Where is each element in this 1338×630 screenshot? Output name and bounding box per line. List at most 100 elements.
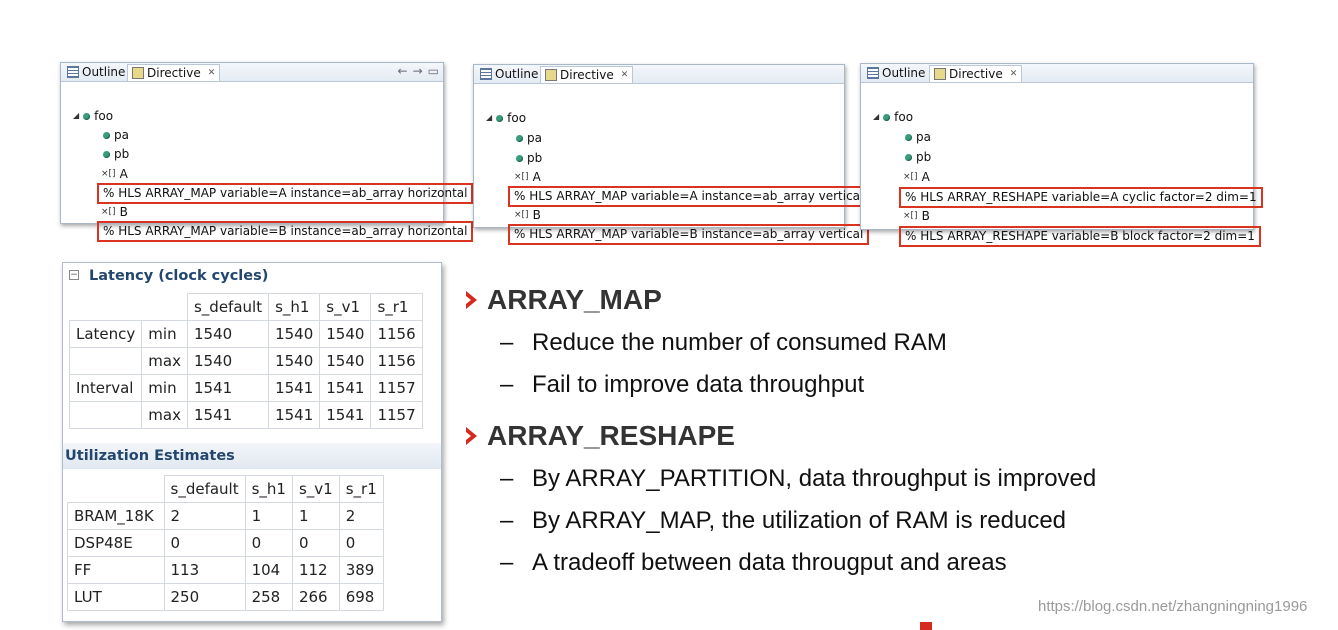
tree-function[interactable]: ◢ foo	[73, 107, 113, 125]
cell: 1540	[186, 347, 270, 375]
port-label: pb	[527, 151, 543, 165]
tree-port-pb[interactable]: pb	[516, 149, 542, 167]
utilization-title: Utilization Estimates	[65, 448, 235, 464]
row-group: Latency	[68, 320, 143, 348]
tree-port-pb[interactable]: pb	[103, 145, 129, 163]
expand-triangle-icon[interactable]: ◢	[873, 108, 879, 126]
tree-array-a[interactable]: ×[] A	[903, 168, 930, 186]
tab-directive-label: Directive	[949, 67, 1003, 81]
expand-triangle-icon[interactable]: ◢	[73, 107, 79, 125]
row-sub: max	[141, 347, 188, 375]
table-row: BRAM_18K 2 1 1 2	[67, 502, 384, 530]
directive-text: HLS ARRAY_MAP variable=B instance=ab_arr…	[529, 227, 864, 241]
cell: 1541	[186, 401, 270, 429]
tab-directive[interactable]: Directive ✕	[929, 65, 1023, 82]
directive-icon	[545, 69, 557, 81]
port-icon	[516, 154, 523, 162]
directive-line-b[interactable]: % HLS ARRAY_RESHAPE variable=B block fac…	[899, 226, 1261, 247]
tree-port-pa[interactable]: pa	[516, 129, 542, 147]
panel-tabbar: Outline Directive ✕	[861, 64, 1253, 83]
port-label: pa	[114, 128, 129, 142]
tree-array-b[interactable]: ×[] B	[101, 203, 128, 221]
tab-directive-label: Directive	[147, 66, 201, 80]
tree-port-pa[interactable]: pa	[905, 128, 931, 146]
tab-outline[interactable]: Outline	[476, 66, 542, 82]
tab-directive[interactable]: Directive ✕	[540, 66, 634, 83]
bullet-title: ARRAY_RESHAPE	[487, 420, 735, 451]
tree-function[interactable]: ◢ foo	[486, 109, 526, 127]
cell: 2	[163, 502, 246, 530]
directive-text: HLS ARRAY_MAP variable=A instance=ab_arr…	[529, 189, 864, 203]
row-sub: min	[141, 320, 188, 348]
row-group	[68, 401, 143, 429]
cell: 250	[163, 583, 246, 611]
cell: 1541	[319, 374, 372, 402]
cell: 1540	[268, 320, 321, 348]
column-header: s_r1	[370, 293, 423, 321]
array-icon: ×[]	[514, 172, 529, 182]
port-label: pa	[916, 130, 931, 144]
bullet-item: – By ARRAY_PARTITION, data throughput is …	[500, 465, 1097, 492]
array-label: B	[921, 209, 930, 223]
directive-text: HLS ARRAY_MAP variable=B instance=ab_arr…	[118, 224, 468, 238]
tree-function[interactable]: ◢ foo	[873, 108, 913, 126]
tree-port-pa[interactable]: pa	[103, 126, 129, 144]
report-panel: − Latency (clock cycles) s_default s_h1 …	[62, 262, 442, 622]
directive-line-b[interactable]: % HLS ARRAY_MAP variable=B instance=ab_a…	[97, 221, 474, 242]
cell: 0	[291, 529, 340, 557]
row-label: BRAM_18K	[67, 502, 165, 530]
tab-outline[interactable]: Outline	[63, 64, 129, 80]
cell: 1541	[186, 374, 270, 402]
cell: 1156	[370, 347, 423, 375]
table-row: max 1541 1541 1541 1157	[68, 401, 423, 429]
table-row: max 1540 1540 1540 1156	[68, 347, 423, 375]
directive-line-b[interactable]: % HLS ARRAY_MAP variable=B instance=ab_a…	[508, 224, 870, 245]
directive-text: HLS ARRAY_MAP variable=A instance=ab_arr…	[118, 186, 468, 200]
table-row: Interval min 1541 1541 1541 1157	[68, 374, 423, 402]
cell: 0	[338, 529, 384, 557]
logo-fragment	[920, 622, 932, 630]
column-header: s_h1	[268, 293, 321, 321]
function-label: foo	[507, 111, 527, 125]
tree-array-b[interactable]: ×[] B	[514, 206, 541, 224]
directive-line-a[interactable]: % HLS ARRAY_RESHAPE variable=A cyclic fa…	[899, 187, 1263, 208]
column-header: s_default	[163, 475, 246, 503]
close-icon[interactable]: ✕	[1010, 66, 1018, 82]
tab-directive[interactable]: Directive ✕	[127, 64, 221, 81]
minimize-icon[interactable]: ▭	[428, 64, 439, 78]
cell: 112	[291, 556, 340, 584]
tab-outline[interactable]: Outline	[863, 65, 929, 81]
directive-text: HLS ARRAY_RESHAPE variable=B block facto…	[920, 229, 1255, 243]
row-group	[68, 347, 143, 375]
cell: 1541	[268, 374, 321, 402]
bullet-item: – Fail to improve data throughput	[500, 371, 865, 398]
function-icon	[83, 112, 91, 120]
expand-triangle-icon[interactable]: ◢	[486, 109, 492, 127]
bullet-title: ARRAY_MAP	[487, 284, 662, 315]
array-label: A	[532, 170, 541, 184]
bullet-item-text: A tradeoff between data througput and ar…	[532, 549, 1007, 576]
tree-array-b[interactable]: ×[] B	[903, 207, 930, 225]
outline-icon	[867, 67, 879, 79]
column-header: s_default	[186, 293, 270, 321]
bullet-item: – By ARRAY_MAP, the utilization of RAM is…	[500, 507, 1067, 534]
tree-port-pb[interactable]: pb	[905, 148, 931, 166]
close-icon[interactable]: ✕	[208, 65, 216, 81]
cell: 0	[163, 529, 246, 557]
port-label: pa	[527, 131, 542, 145]
latency-collapse-icon[interactable]: −	[69, 270, 79, 280]
table-row: Latency min 1540 1540 1540 1156	[68, 320, 423, 348]
directive-panel-1: Outline Directive ✕ ← → ▭ ◢ foo pa pb ×[…	[60, 62, 474, 242]
table-row: FF 113 104 112 389	[67, 556, 384, 584]
directive-line-a[interactable]: % HLS ARRAY_MAP variable=A instance=ab_a…	[97, 183, 474, 204]
close-icon[interactable]: ✕	[621, 67, 629, 83]
tree-array-a[interactable]: ×[] A	[101, 165, 128, 183]
forward-arrow-icon[interactable]: →	[413, 64, 423, 78]
array-icon: ×[]	[101, 169, 116, 179]
port-icon	[905, 153, 912, 161]
directive-line-a[interactable]: % HLS ARRAY_MAP variable=A instance=ab_a…	[508, 186, 870, 207]
column-header: s_r1	[338, 475, 384, 503]
bullet-item-text: Fail to improve data throughput	[532, 371, 865, 398]
back-arrow-icon[interactable]: ←	[398, 64, 408, 78]
tree-array-a[interactable]: ×[] A	[514, 168, 541, 186]
